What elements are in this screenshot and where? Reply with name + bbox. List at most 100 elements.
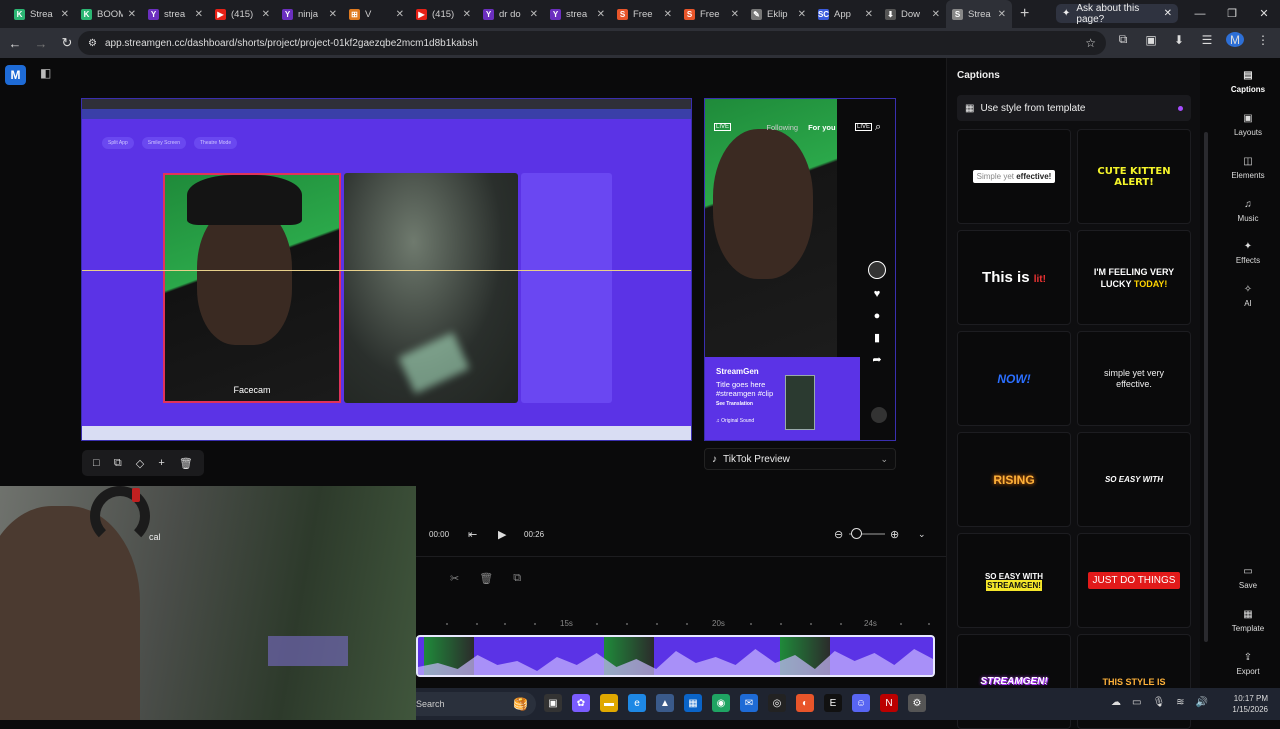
profile-avatar[interactable]: M	[1226, 32, 1244, 47]
add-icon[interactable]: +	[158, 457, 164, 469]
browser-tab[interactable]: K Strea ✕	[8, 0, 75, 28]
new-tab-button[interactable]: +	[1020, 5, 1029, 23]
skip-back-icon[interactable]: ⇤	[468, 528, 477, 541]
reading-list-icon[interactable]: ☰	[1198, 33, 1216, 47]
browser-tab[interactable]: SC App ✕	[812, 0, 879, 28]
trash-icon[interactable]: 🗑	[479, 572, 493, 585]
minimize-button[interactable]: —	[1184, 0, 1216, 28]
nav-layouts[interactable]: ▣ Layouts	[1216, 113, 1280, 137]
close-tab-icon[interactable]: ✕	[998, 9, 1006, 20]
close-icon[interactable]: ✕	[1164, 8, 1172, 19]
close-window-button[interactable]: ✕	[1248, 0, 1280, 28]
back-button[interactable]: ←	[4, 36, 26, 51]
browser-tab[interactable]: ▶ (415) ✕	[209, 0, 276, 28]
chrome-icon[interactable]: ◉	[712, 694, 730, 712]
caption-style-cute-kitten[interactable]: CUTE KITTEN ALERT!	[1077, 129, 1191, 224]
browser-tab[interactable]: S Strea ✕	[946, 0, 1012, 28]
source-canvas[interactable]: Split App Smiley Screen Theatre Mode Fac…	[81, 98, 692, 441]
close-tab-icon[interactable]: ✕	[396, 9, 404, 20]
browser-tab[interactable]: Ystrea ✕	[544, 0, 611, 28]
sidebar-icon[interactable]: ▣	[1142, 33, 1160, 47]
obs-icon[interactable]: ◎	[768, 694, 786, 712]
nav-ai[interactable]: ✧ AI	[1216, 284, 1280, 308]
browser-tab[interactable]: Ystrea ✕	[142, 0, 209, 28]
nav-captions[interactable]: ▤ Captions	[1216, 70, 1280, 94]
close-tab-icon[interactable]: ✕	[798, 9, 806, 20]
caption-style-rising[interactable]: RISING	[957, 432, 1071, 527]
wifi-icon[interactable]: ≋	[1176, 697, 1184, 708]
task-view-icon[interactable]: ▣	[544, 694, 562, 712]
site-info-icon[interactable]: ⚙	[88, 38, 97, 49]
close-tab-icon[interactable]: ✕	[731, 9, 739, 20]
zoom-out-icon[interactable]: ⊖	[834, 528, 843, 541]
nav-elements[interactable]: ◫ Elements	[1216, 156, 1280, 180]
maximize-button[interactable]: ❐	[1216, 0, 1248, 28]
ask-about-page-button[interactable]: ✦ Ask about this page? ✕	[1056, 3, 1178, 25]
nav-export[interactable]: ⇪ Export	[1216, 652, 1280, 676]
nav-template[interactable]: ▦ Template	[1216, 609, 1280, 633]
close-tab-icon[interactable]: ✕	[530, 9, 538, 20]
close-tab-icon[interactable]: ✕	[463, 9, 471, 20]
duplicate-icon[interactable]: ⧉	[114, 457, 122, 470]
select-box-icon[interactable]: □	[93, 457, 100, 469]
duplicate-icon[interactable]: ⧉	[513, 572, 521, 585]
use-style-from-template[interactable]: ▦ Use style from template	[957, 95, 1191, 121]
browser-tab[interactable]: ⬇ Dow ✕	[879, 0, 946, 28]
cloud-icon[interactable]: ☁	[1111, 697, 1121, 708]
copilot-icon[interactable]: ✿	[572, 694, 590, 712]
caption-style-feeling-lucky[interactable]: I'M FEELING VERY LUCKY TODAY!	[1077, 230, 1191, 325]
close-tab-icon[interactable]: ✕	[61, 9, 69, 20]
sidebar-toggle-icon[interactable]: ◧	[40, 66, 51, 80]
play-icon[interactable]: ▶	[498, 528, 506, 541]
nav-save[interactable]: ▭ Save	[1216, 566, 1280, 590]
chevron-down-icon[interactable]: ⌄	[918, 529, 926, 540]
downloads-icon[interactable]: ⬇	[1170, 33, 1188, 47]
store-icon[interactable]: ▦	[684, 694, 702, 712]
bookmark-star-icon[interactable]: ☆	[1085, 36, 1096, 50]
reload-button[interactable]: ↻	[56, 35, 78, 51]
nav-effects[interactable]: ✦ Effects	[1216, 241, 1280, 265]
browser-tab[interactable]: Ydr do ✕	[477, 0, 544, 28]
panel-scrollbar[interactable]	[1204, 132, 1208, 642]
delete-icon[interactable]: 🗑	[179, 457, 193, 470]
close-tab-icon[interactable]: ✕	[195, 9, 203, 20]
close-tab-icon[interactable]: ✕	[597, 9, 605, 20]
caption-style-so-easy-with[interactable]: SO EASY WITH	[1077, 432, 1191, 527]
browser-tab[interactable]: K BOOM ✕	[75, 0, 142, 28]
discord-icon[interactable]: ☺	[852, 694, 870, 712]
extensions-icon[interactable]: ⧉	[1114, 32, 1132, 47]
facecam-region[interactable]: Facecam	[163, 173, 341, 403]
close-tab-icon[interactable]: ✕	[932, 9, 940, 20]
photos-icon[interactable]: ▲	[656, 694, 674, 712]
timeline-clip[interactable]	[416, 635, 935, 677]
nav-music[interactable]: ♫ Music	[1216, 199, 1280, 223]
forward-button[interactable]: →	[30, 36, 52, 51]
close-tab-icon[interactable]: ✕	[128, 9, 136, 20]
caption-style-just-do-things[interactable]: JUST DO THINGS	[1077, 533, 1191, 628]
caption-style-so-easy-streamgen[interactable]: SO EASY WITH STREAMGEN!	[957, 533, 1071, 628]
caption-style-simple-very-effective[interactable]: simple yet very effective.	[1077, 331, 1191, 426]
system-clock[interactable]: 10:17 PM 1/15/2026	[1232, 693, 1268, 715]
close-tab-icon[interactable]: ✕	[865, 9, 873, 20]
file-explorer-icon[interactable]: ▬	[600, 694, 618, 712]
tiktok-canvas[interactable]: LIVE Following For you LIVE ⌕ ♥ ● ▮ ➦ St…	[704, 98, 896, 441]
epic-games-icon[interactable]: E	[824, 694, 842, 712]
os-search-box[interactable]: Search 🥞	[416, 692, 536, 716]
edge-icon[interactable]: e	[628, 694, 646, 712]
browser-tab[interactable]: ✎ Eklip ✕	[745, 0, 812, 28]
zoom-in-icon[interactable]: ⊕	[890, 528, 899, 541]
network-icon[interactable]: ▭	[1132, 697, 1141, 708]
close-tab-icon[interactable]: ✕	[329, 9, 337, 20]
scissors-icon[interactable]: ✂	[450, 572, 459, 585]
tiktok-preview-select[interactable]: ♪ TikTok Preview ⌄	[704, 448, 896, 470]
firefox-icon[interactable]: ◐	[796, 694, 814, 712]
caption-style-now[interactable]: NOW!	[957, 331, 1071, 426]
url-field[interactable]: ⚙ app.streamgen.cc/dashboard/shorts/proj…	[78, 31, 1106, 55]
close-tab-icon[interactable]: ✕	[664, 9, 672, 20]
app-logo[interactable]: M	[5, 65, 26, 85]
browser-tab[interactable]: Yninja ✕	[276, 0, 343, 28]
close-tab-icon[interactable]: ✕	[262, 9, 270, 20]
netflix-icon[interactable]: N	[880, 694, 898, 712]
zoom-slider-knob[interactable]	[851, 528, 862, 539]
microphone-icon[interactable]: 🎙	[1152, 697, 1165, 708]
